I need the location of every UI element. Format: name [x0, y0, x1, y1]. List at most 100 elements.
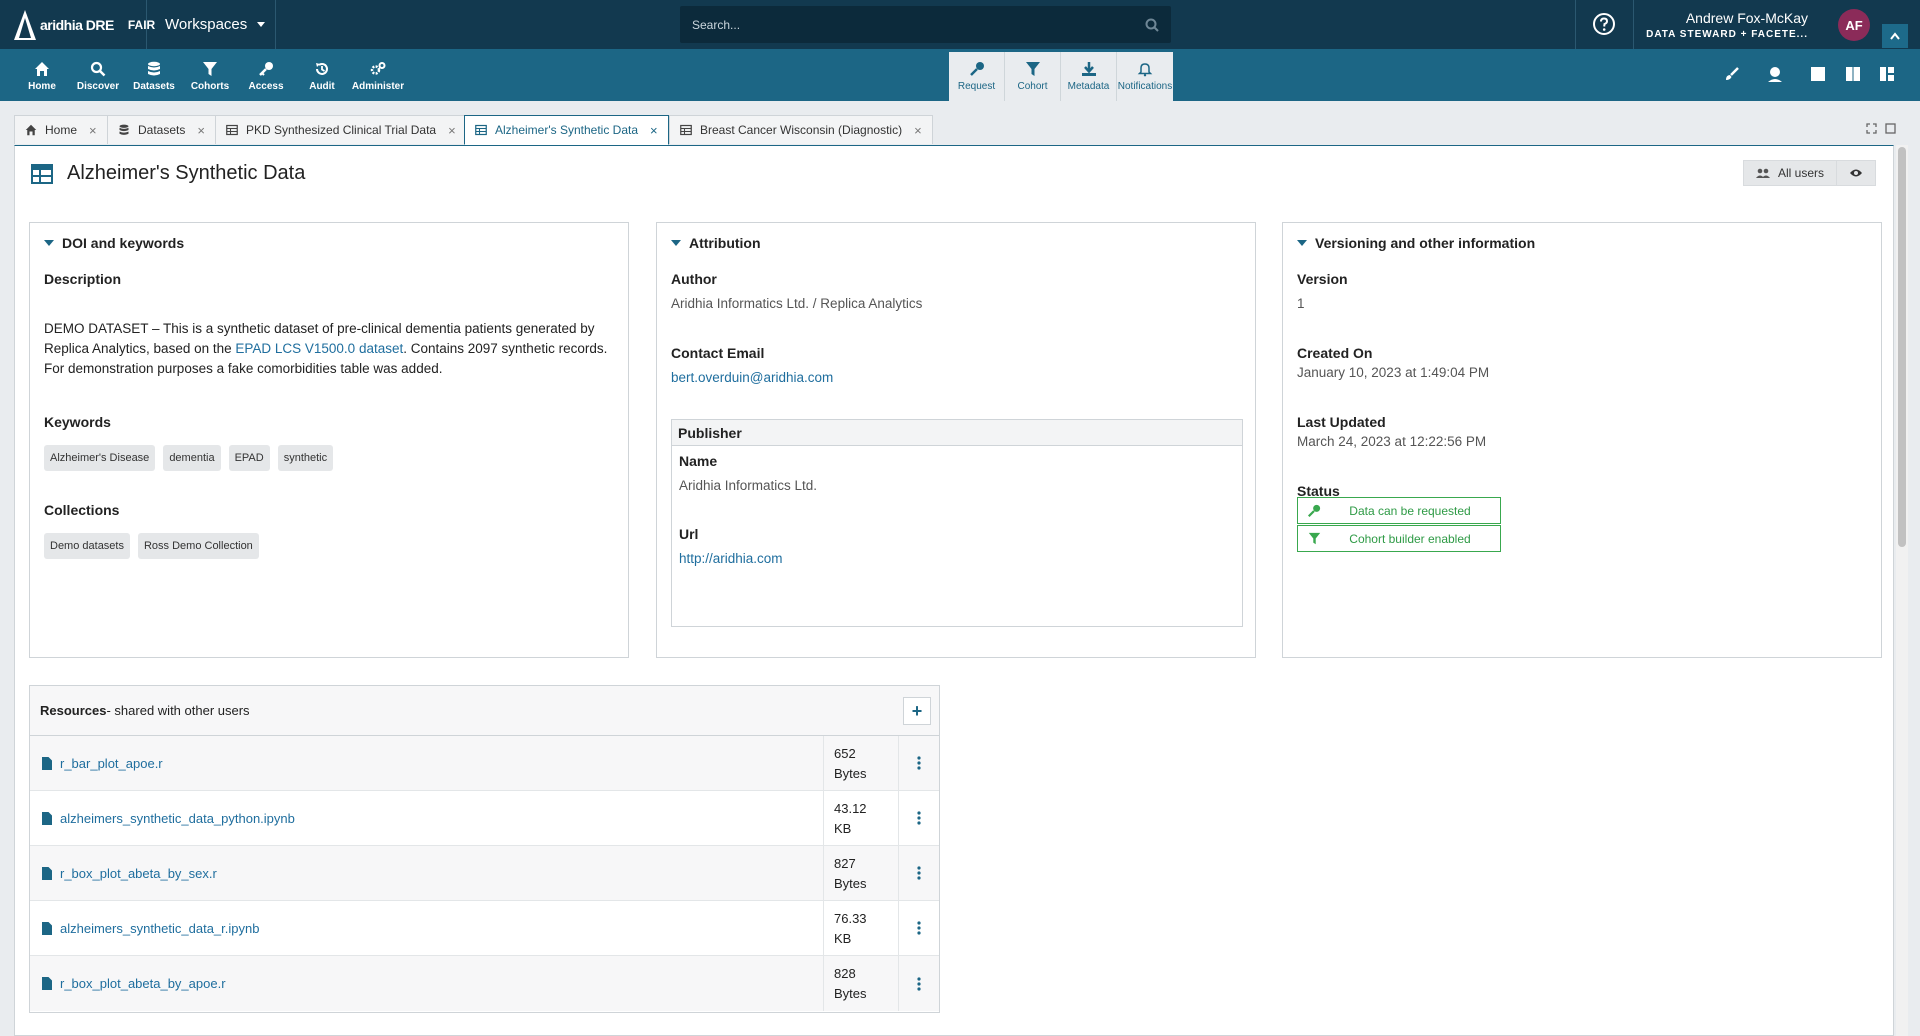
filter-icon [203, 61, 217, 76]
versioning-card: Versioning and other information Version… [1282, 222, 1882, 658]
close-icon[interactable]: × [89, 123, 97, 138]
theme-button[interactable] [1721, 63, 1743, 85]
resource-link[interactable]: r_box_plot_abeta_by_apoe.r [60, 976, 226, 991]
doi-keywords-toggle[interactable]: DOI and keywords [44, 235, 184, 251]
nav-administer[interactable]: Administer [352, 53, 404, 99]
tab-home[interactable]: Home × [14, 115, 108, 144]
search-input[interactable] [692, 17, 1145, 32]
layout-split-button[interactable] [1842, 63, 1864, 85]
keyword-chip[interactable]: dementia [163, 445, 221, 471]
keyword-chip[interactable]: EPAD [228, 445, 270, 471]
key-icon [969, 62, 984, 76]
kebab-menu-icon [917, 976, 921, 991]
tab-label: Datasets [138, 123, 186, 137]
cohort-button[interactable]: Cohort [1005, 52, 1061, 101]
size-unit: Bytes [834, 766, 867, 781]
last-updated-value: March 24, 2023 at 12:22:56 PM [1297, 434, 1487, 449]
maximize-icon[interactable] [1885, 123, 1896, 134]
keyword-chip[interactable]: Alzheimer's Disease [44, 445, 156, 471]
size-number: 43.12 [834, 801, 867, 816]
page-scrollbar[interactable] [1896, 145, 1908, 1036]
caret-down-icon [1297, 240, 1307, 246]
size-unit: Bytes [834, 876, 867, 891]
resource-link[interactable]: r_bar_plot_apoe.r [60, 756, 163, 771]
close-icon[interactable]: × [650, 123, 658, 138]
attribution-card: Attribution Author Aridhia Informatics L… [656, 222, 1256, 658]
collapse-header-button[interactable] [1882, 24, 1908, 48]
tab-datasets[interactable]: Datasets × [107, 115, 216, 144]
plus-icon: + [911, 700, 923, 721]
nav-access[interactable]: Access [248, 53, 284, 99]
status-text: Cohort builder enabled [1349, 531, 1471, 546]
global-search [680, 6, 1171, 43]
database-icon [119, 124, 129, 135]
nav-cohorts[interactable]: Cohorts [190, 53, 230, 99]
resource-menu-button[interactable] [899, 901, 939, 955]
publisher-url-link[interactable]: http://aridhia.com [679, 551, 783, 566]
resource-menu-button[interactable] [899, 956, 939, 1011]
resource-link[interactable]: alzheimers_synthetic_data_python.ipynb [60, 811, 295, 826]
close-icon[interactable]: × [197, 123, 205, 138]
contact-email-link[interactable]: bert.overduin@aridhia.com [671, 370, 833, 385]
table-row: r_box_plot_abeta_by_sex.r 827 Bytes [30, 846, 939, 901]
layout-grid-button[interactable] [1876, 63, 1898, 85]
tab-label: PKD Synthesized Clinical Trial Data [246, 123, 437, 137]
main-nav: Home Discover Datasets Cohorts Access Au… [0, 49, 1920, 101]
resource-size: 76.33 KB [824, 901, 899, 955]
keywords-label: Keywords [44, 414, 111, 430]
kebab-menu-icon [917, 811, 921, 825]
resource-link[interactable]: alzheimers_synthetic_data_r.ipynb [60, 921, 259, 936]
workspaces-dropdown[interactable]: Workspaces [165, 0, 266, 49]
resource-menu-button[interactable] [899, 791, 939, 845]
presence-button[interactable] [1764, 63, 1786, 85]
keyword-chip[interactable]: synthetic [277, 445, 334, 471]
nav-datasets[interactable]: Datasets [133, 53, 175, 99]
logo-text: aridhia DRE [40, 17, 114, 33]
versioning-toggle[interactable]: Versioning and other information [1297, 235, 1535, 251]
page-title-text: Alzheimer's Synthetic Data [67, 162, 306, 184]
attribution-toggle[interactable]: Attribution [671, 235, 761, 251]
collections-list: Demo datasets Ross Demo Collection [44, 533, 259, 559]
tab-alzheimers-data[interactable]: Alzheimer's Synthetic Data × [464, 115, 669, 145]
resource-menu-button[interactable] [899, 736, 939, 790]
nav-discover[interactable]: Discover [77, 53, 119, 99]
window-controls [1866, 123, 1896, 134]
description-text: DEMO DATASET – This is a synthetic datas… [44, 319, 619, 379]
resources-list: r_bar_plot_apoe.r 652 Bytes alzheimers_sy… [30, 736, 939, 1011]
nav-label: Cohorts [190, 80, 230, 92]
user-menu[interactable]: Andrew Fox-McKay DATA STEWARD + FACETE..… [1640, 10, 1808, 40]
page-title: Alzheimer's Synthetic Data [31, 162, 305, 185]
caret-down-icon [257, 22, 266, 27]
nav-home[interactable]: Home [26, 53, 58, 99]
resources-subtitle: - shared with other users [106, 703, 250, 718]
close-icon[interactable]: × [448, 123, 456, 138]
tab-breast-cancer-data[interactable]: Breast Cancer Wisconsin (Diagnostic) × [669, 115, 933, 144]
app-logo[interactable]: aridhia DRE FAIR [14, 6, 155, 44]
epad-dataset-link[interactable]: EPAD LCS V1500.0 dataset [235, 341, 403, 356]
collection-chip[interactable]: Ross Demo Collection [137, 533, 259, 559]
add-resource-button[interactable]: + [903, 697, 931, 725]
layout-single-button[interactable] [1807, 63, 1829, 85]
notifications-button[interactable]: Notifications [1117, 52, 1173, 101]
request-button[interactable]: Request [949, 52, 1005, 101]
nav-audit[interactable]: Audit [305, 53, 339, 99]
avatar[interactable]: AF [1838, 9, 1870, 41]
metadata-button[interactable]: Metadata [1061, 52, 1117, 101]
resource-menu-button[interactable] [899, 846, 939, 900]
expand-icon[interactable] [1866, 123, 1877, 134]
collections-label: Collections [44, 502, 120, 518]
home-icon [35, 61, 49, 76]
collection-chip[interactable]: Demo datasets [44, 533, 130, 559]
search-icon[interactable] [1145, 18, 1159, 32]
resource-link[interactable]: r_box_plot_abeta_by_sex.r [60, 866, 217, 881]
tab-pkd-data[interactable]: PKD Synthesized Clinical Trial Data × [215, 115, 467, 144]
aridhia-logo-icon [14, 10, 36, 40]
help-icon[interactable] [1592, 12, 1616, 36]
view-button[interactable] [1837, 160, 1877, 186]
close-icon[interactable]: × [914, 123, 922, 138]
all-users-button[interactable]: All users [1743, 160, 1838, 186]
caret-down-icon [44, 240, 54, 246]
created-on-value: January 10, 2023 at 1:49:04 PM [1297, 365, 1490, 380]
scrollbar-thumb[interactable] [1898, 147, 1906, 547]
divider [146, 0, 147, 49]
